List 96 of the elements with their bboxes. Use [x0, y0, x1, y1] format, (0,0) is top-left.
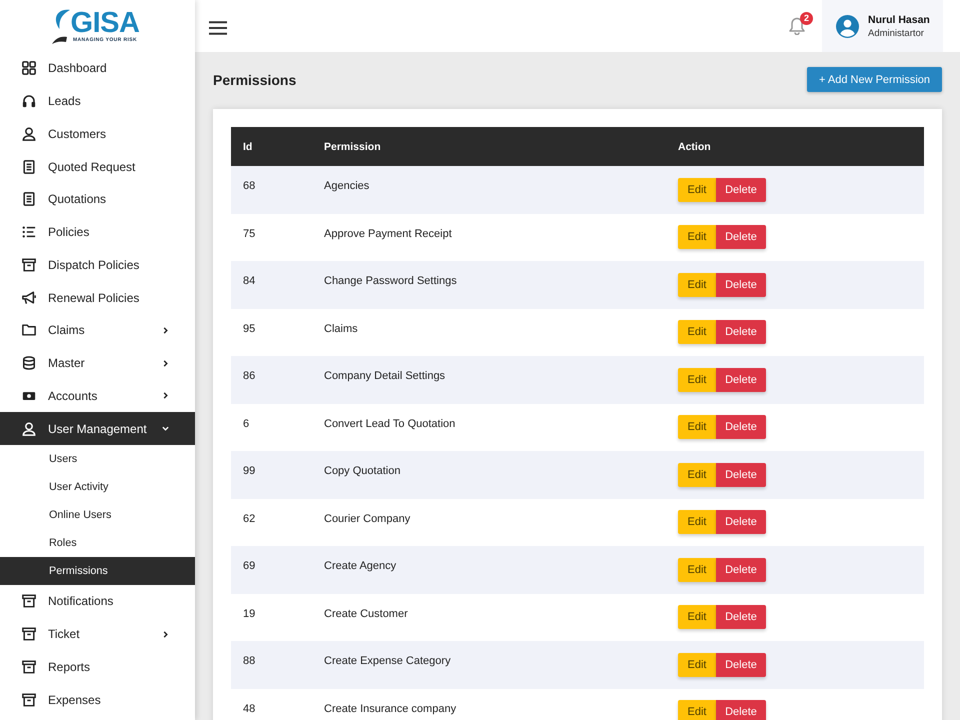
table-cell: Change Password Settings — [312, 261, 666, 308]
nav-item[interactable]: User Management — [0, 412, 195, 445]
archive-icon — [22, 594, 36, 608]
nav-item[interactable]: Dashboard — [0, 52, 195, 85]
table-cell: Create Customer — [312, 594, 666, 641]
table-cell: 62 — [231, 498, 312, 546]
edit-button[interactable]: Edit — [678, 368, 716, 392]
nav-subitem[interactable]: Roles — [0, 529, 195, 557]
nav-item[interactable]: Quotations — [0, 183, 195, 216]
table-cell: Create Agency — [312, 546, 666, 594]
delete-button[interactable]: Delete — [716, 605, 766, 630]
nav-subitem[interactable]: Permissions — [0, 557, 195, 585]
document-icon — [22, 192, 36, 206]
nav-item[interactable]: Reports — [0, 650, 195, 684]
delete-button[interactable]: Delete — [716, 652, 766, 677]
table-cell: 99 — [231, 451, 312, 498]
table-cell: Approve Payment Receipt — [312, 214, 666, 261]
table-cell: Convert Lead To Quotation — [312, 404, 666, 451]
nav-item[interactable]: Expenses — [0, 683, 195, 716]
nav-subitem[interactable]: Users — [0, 445, 195, 473]
user-role: Administartor — [868, 28, 925, 38]
table-cell: Company Detail Settings — [312, 356, 666, 404]
table-cell: 86 — [231, 356, 312, 404]
table-cell: Create Expense Category — [312, 641, 666, 688]
edit-button[interactable]: Edit — [678, 510, 716, 534]
folder-icon — [22, 323, 36, 338]
megaphone-icon — [22, 290, 36, 305]
edit-button[interactable]: Edit — [678, 700, 716, 720]
delete-button[interactable]: Delete — [716, 320, 766, 344]
table-cell: 68 — [231, 166, 312, 214]
archive-icon — [22, 692, 36, 707]
archive-icon — [22, 258, 36, 272]
edit-button[interactable]: Edit — [678, 272, 716, 297]
user-name: Nurul Hasan — [868, 14, 930, 26]
menu-icon[interactable] — [209, 21, 227, 35]
table-cell: 84 — [231, 261, 312, 308]
edit-button[interactable]: Edit — [678, 225, 716, 250]
table-cell: 95 — [231, 308, 312, 356]
table-cell: 88 — [231, 641, 312, 688]
database-icon — [22, 356, 36, 370]
table-cell: Agencies — [312, 166, 666, 214]
page-title: Permissions — [213, 72, 296, 88]
bell-icon[interactable] — [789, 17, 805, 35]
add-permission-button[interactable]: + Add New Permission — [807, 67, 942, 92]
nav-item[interactable]: Ticket — [0, 618, 195, 650]
nav-item[interactable]: Dispatch Policies — [0, 248, 195, 282]
delete-button[interactable]: Delete — [716, 225, 766, 250]
person-icon — [22, 126, 36, 141]
nav-subitem[interactable]: Online Users — [0, 501, 195, 529]
delete-button[interactable]: Delete — [716, 368, 766, 392]
avatar-icon — [836, 14, 859, 38]
nav-item[interactable]: Notifications — [0, 585, 195, 618]
delete-button[interactable]: Delete — [716, 272, 766, 297]
table-cell: 75 — [231, 214, 312, 261]
logo-text: GISA — [70, 8, 140, 36]
nav-subitem[interactable]: User Activity — [0, 473, 195, 501]
logo-icon — [52, 9, 70, 45]
nav-item[interactable]: Leads — [0, 84, 195, 118]
edit-button[interactable]: Edit — [678, 605, 716, 630]
delete-button[interactable]: Delete — [716, 700, 766, 720]
user-panel[interactable]: Nurul Hasan Administartor — [822, 0, 943, 52]
document-icon — [22, 160, 36, 174]
delete-button[interactable]: Delete — [716, 510, 766, 534]
nav-item[interactable]: Master — [0, 346, 195, 380]
edit-button[interactable]: Edit — [678, 558, 716, 582]
column-header: Action — [666, 127, 924, 166]
table-cell: Courier Company — [312, 498, 666, 546]
archive-icon — [22, 660, 36, 674]
archive-icon — [22, 627, 36, 642]
list-icon — [22, 225, 36, 240]
column-header: Permission — [312, 127, 666, 166]
edit-button[interactable]: Edit — [678, 178, 716, 202]
delete-button[interactable]: Delete — [716, 178, 766, 202]
edit-button[interactable]: Edit — [678, 652, 716, 677]
edit-button[interactable]: Edit — [678, 320, 716, 344]
nav-item[interactable]: Customers — [0, 118, 195, 150]
person-icon — [22, 422, 36, 436]
table-cell: 69 — [231, 546, 312, 594]
nav-item[interactable]: Policies — [0, 216, 195, 248]
nav-item[interactable]: Quoted Request — [0, 150, 195, 183]
nav-item[interactable]: Accounts — [0, 380, 195, 412]
delete-button[interactable]: Delete — [716, 415, 766, 440]
headphones-icon — [22, 94, 36, 108]
nav-item[interactable]: Renewal Policies — [0, 281, 195, 314]
delete-button[interactable]: Delete — [716, 558, 766, 582]
column-header: Id — [231, 127, 312, 166]
notification-badge: 2 — [800, 12, 813, 25]
table-cell: 6 — [231, 404, 312, 451]
edit-button[interactable]: Edit — [678, 462, 716, 487]
nav-item[interactable]: Claims — [0, 314, 195, 347]
grid-icon — [22, 61, 36, 76]
table-cell: 19 — [231, 594, 312, 641]
table-cell: Claims — [312, 308, 666, 356]
delete-button[interactable]: Delete — [716, 462, 766, 487]
table-cell: Copy Quotation — [312, 451, 666, 498]
edit-button[interactable]: Edit — [678, 415, 716, 440]
